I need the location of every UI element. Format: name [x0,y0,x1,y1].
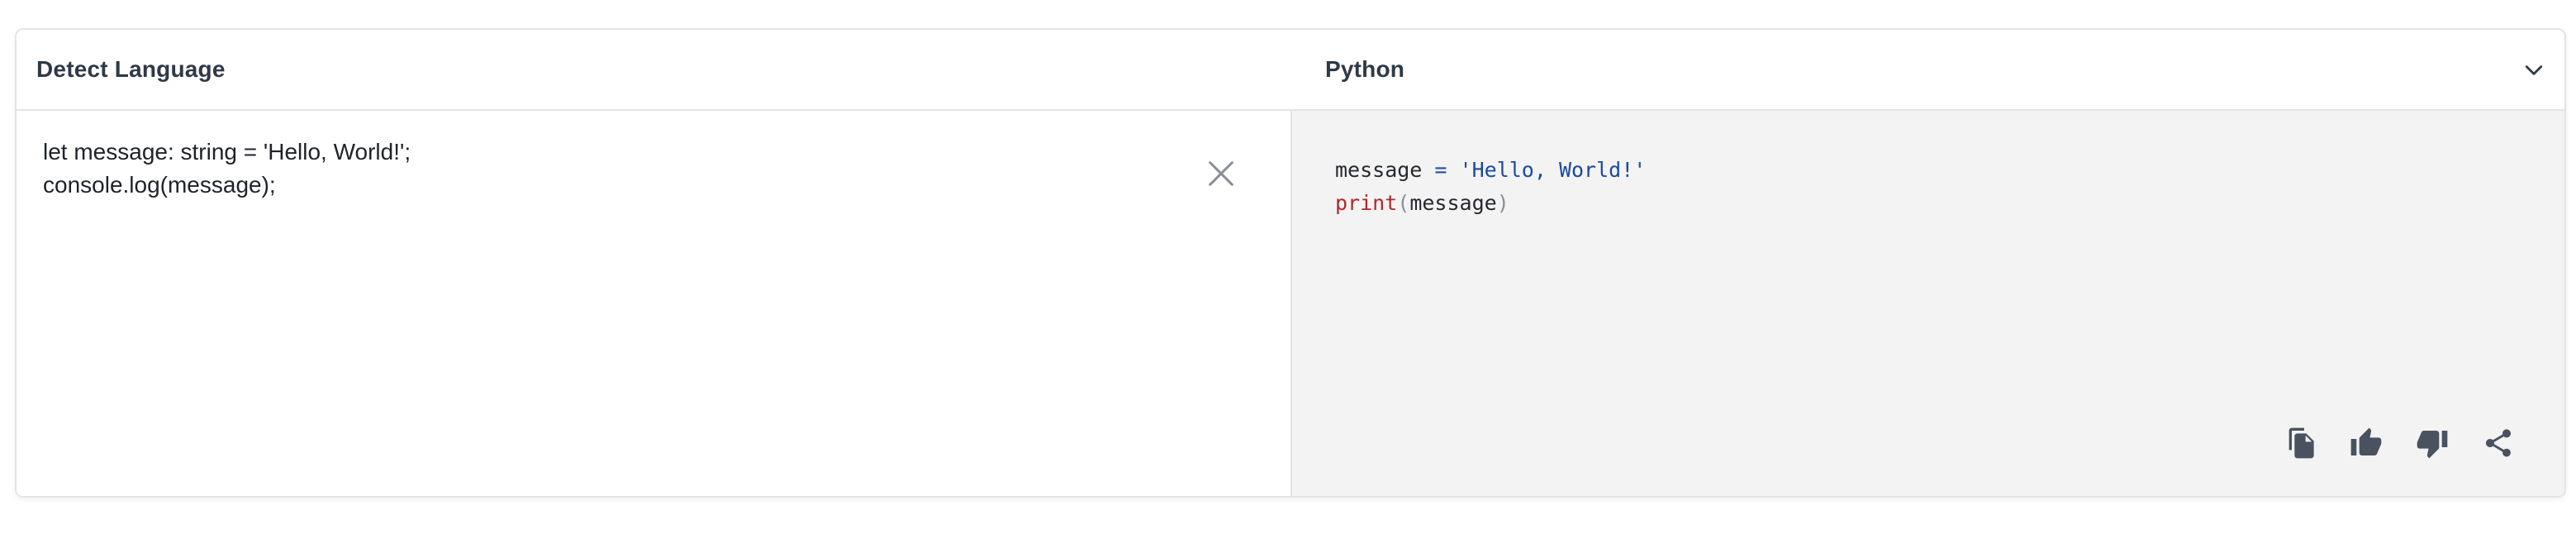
like-button[interactable] [2348,425,2384,461]
share-button[interactable] [2480,425,2517,461]
code-paren-close: ) [1496,191,1509,215]
source-code-input[interactable]: let message: string = 'Hello, World!'; c… [43,136,1183,466]
copy-icon [2288,427,2314,459]
source-language-label: Detect Language [36,56,226,82]
close-icon[interactable] [1205,157,1238,190]
output-pane: message = 'Hello, World!' print(message) [1290,111,2564,496]
copy-button[interactable] [2282,425,2318,461]
translator-body: let message: string = 'Hello, World!'; c… [17,111,2564,496]
code-identifier: message [1335,158,1423,182]
target-language-label: Python [1325,56,1405,82]
translator-card: Detect Language Python let message: stri… [15,28,2566,498]
code-argument: message [1409,191,1497,215]
language-header: Detect Language Python [17,30,2564,111]
code-paren-open: ( [1397,191,1410,215]
output-code: message = 'Hello, World!' print(message) [1335,154,1646,220]
source-language-selector[interactable]: Detect Language [17,30,1290,109]
code-operator: = [1434,158,1447,182]
thumbs-down-icon [2417,431,2448,459]
dislike-button[interactable] [2414,425,2450,461]
thumbs-up-icon [2350,427,2382,455]
code-line-2: print(message) [1335,191,1509,215]
share-icon [2486,429,2511,457]
output-actions [2282,425,2517,461]
code-function: print [1335,191,1398,215]
chevron-down-icon[interactable] [2521,58,2546,83]
target-language-selector[interactable]: Python [1290,30,2564,109]
code-line-1: message = 'Hello, World!' [1335,158,1646,182]
source-pane: let message: string = 'Hello, World!'; c… [17,111,1290,496]
code-string: 'Hello, World!' [1459,158,1647,182]
